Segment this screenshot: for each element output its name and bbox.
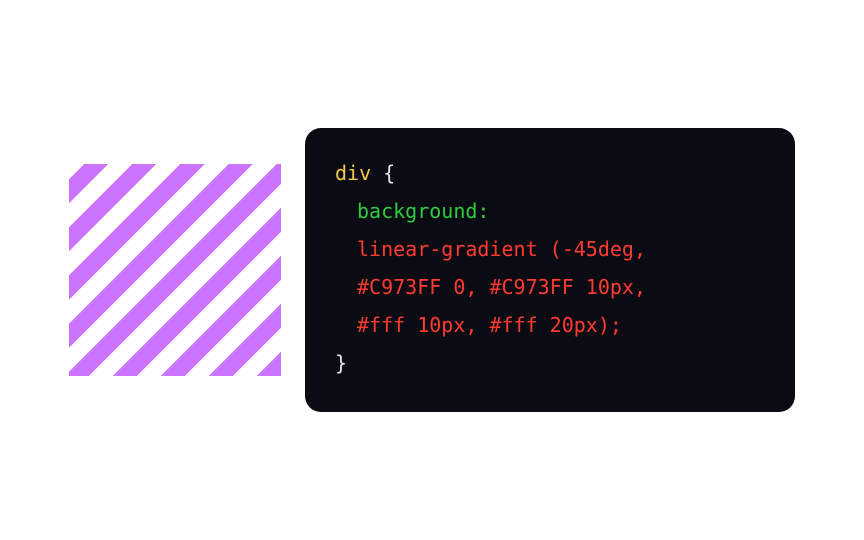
code-line-close: }: [335, 344, 765, 382]
code-line-value-2: #C973FF 0, #C973FF 10px,: [335, 268, 765, 306]
code-line-selector: div {: [335, 154, 765, 192]
css-value-fragment: #fff 10px, #fff 20px);: [357, 313, 622, 337]
code-line-value-3: #fff 10px, #fff 20px);: [335, 306, 765, 344]
code-line-value-1: linear-gradient (-45deg,: [335, 230, 765, 268]
css-value-fragment: #C973FF 0, #C973FF 10px,: [357, 275, 646, 299]
code-line-property: background:: [335, 192, 765, 230]
gradient-preview-box: [69, 164, 281, 376]
css-value-fragment: linear-gradient (-45deg,: [357, 237, 646, 261]
code-block: div { background: linear-gradient (-45de…: [305, 128, 795, 412]
css-property: background: [357, 199, 477, 223]
css-colon: :: [477, 199, 489, 223]
open-brace: {: [371, 161, 395, 185]
css-selector: div: [335, 161, 371, 185]
example-container: div { background: linear-gradient (-45de…: [69, 128, 795, 412]
close-brace: }: [335, 351, 347, 375]
